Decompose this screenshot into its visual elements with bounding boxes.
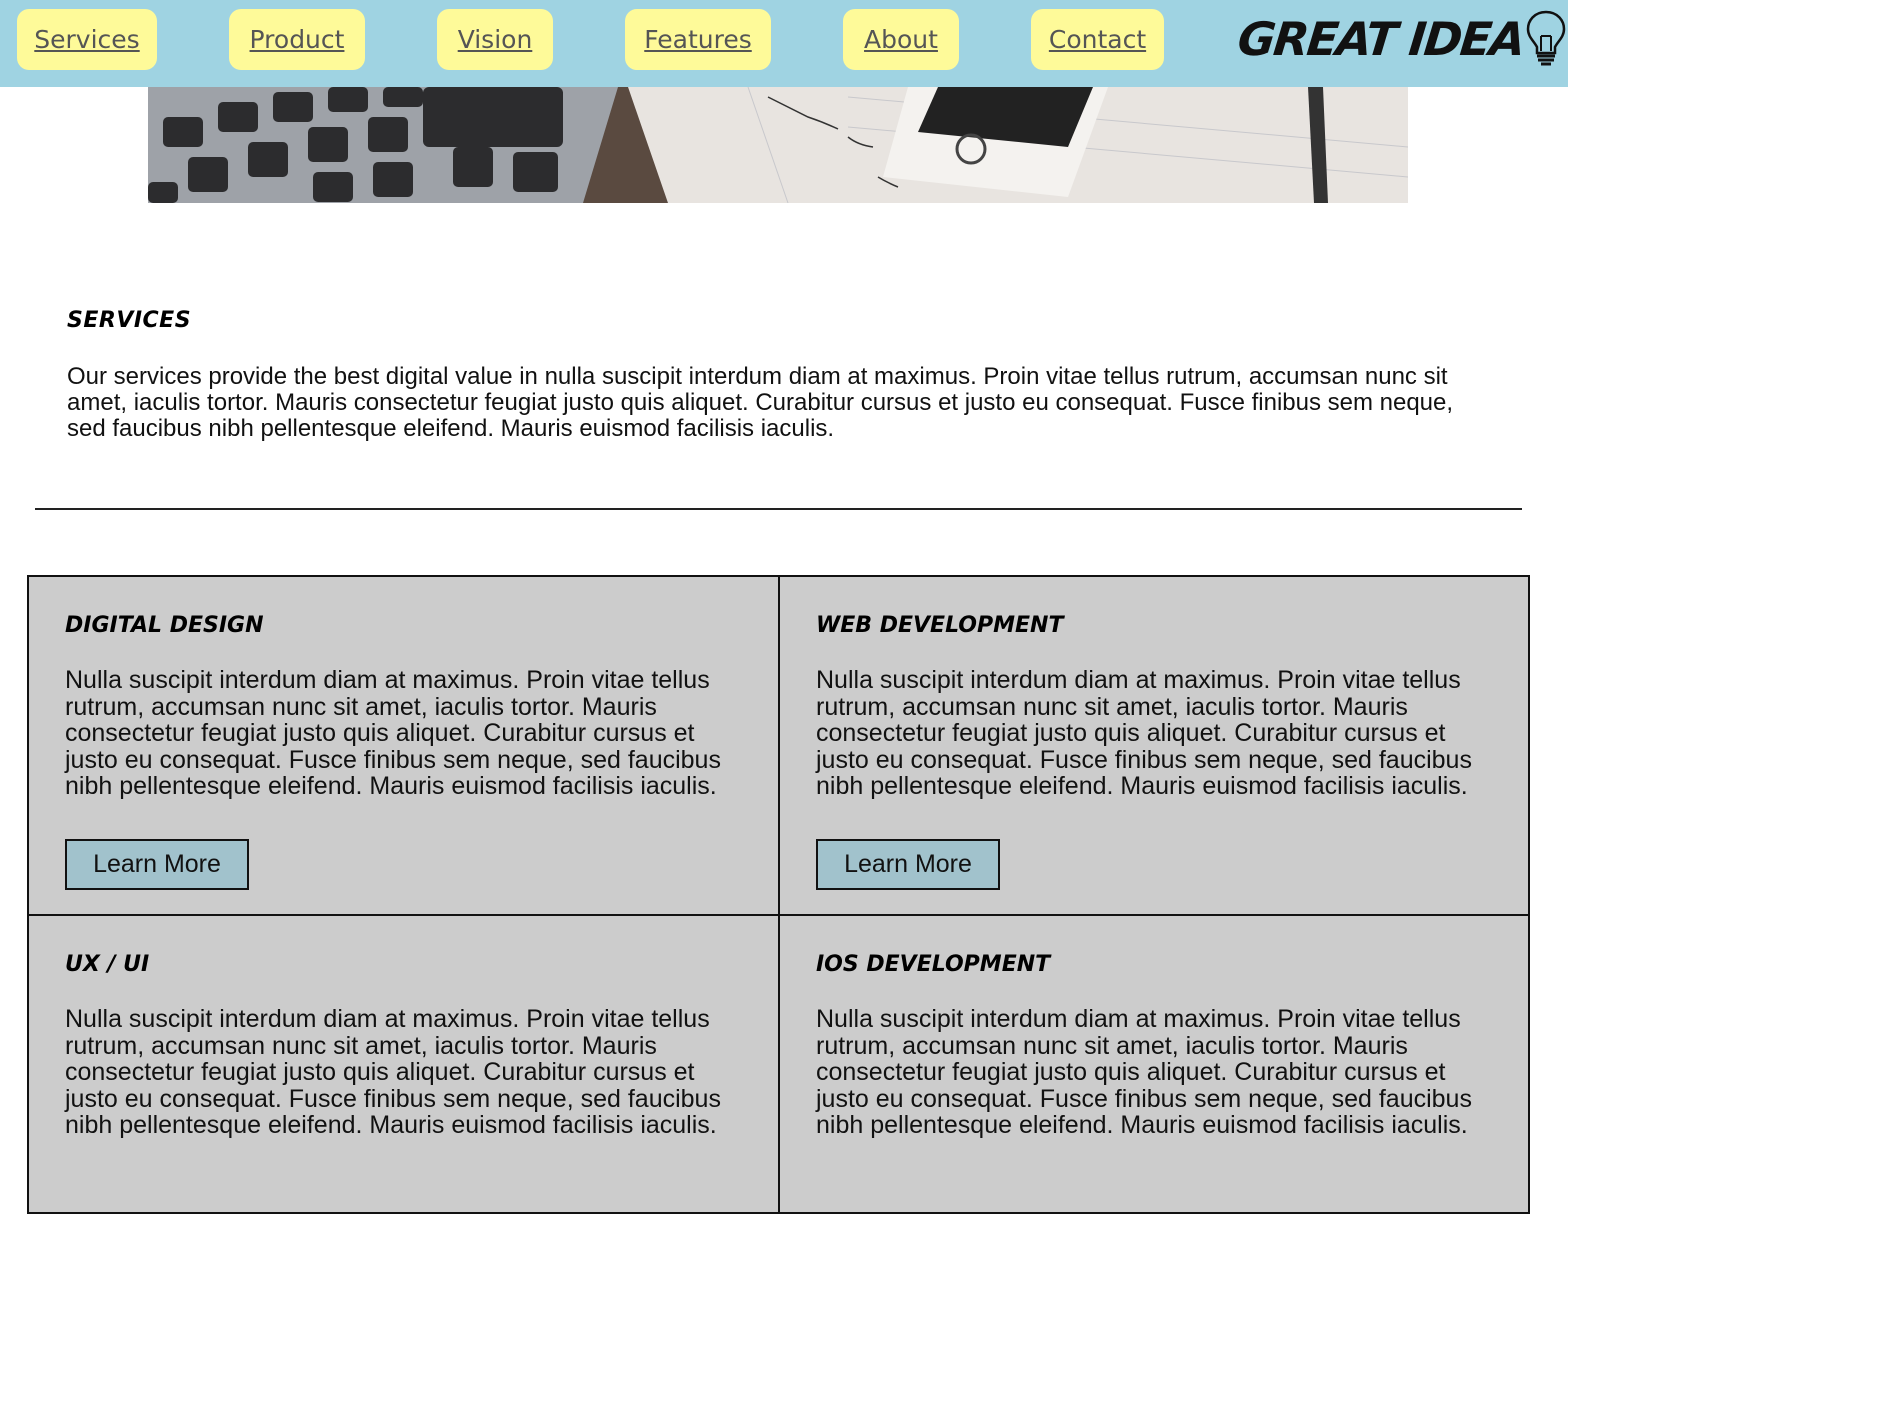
- card-title: UX / UI: [65, 952, 150, 977]
- service-card-digital-design: Digital Design Nulla suscipit interdum d…: [27, 575, 781, 917]
- nav-link-services[interactable]: Services: [17, 9, 157, 70]
- service-card-ux-ui: UX / UI Nulla suscipit interdum diam at …: [27, 914, 781, 1214]
- learn-more-button[interactable]: Learn More: [65, 839, 249, 890]
- site-logo[interactable]: GREAT IDEA: [1235, 6, 1568, 72]
- service-card-web-development: Web Development Nulla suscipit interdum …: [778, 575, 1530, 917]
- nav-link-features[interactable]: Features: [625, 9, 771, 70]
- services-heading: Services: [67, 308, 192, 333]
- card-title: Digital Design: [65, 613, 264, 638]
- hero-image: [148, 87, 1408, 203]
- learn-more-button[interactable]: Learn More: [816, 839, 1000, 890]
- card-description: Nulla suscipit interdum diam at maximus.…: [65, 1005, 721, 1139]
- section-divider: [35, 508, 1522, 510]
- logo-text: GREAT IDEA: [1235, 12, 1527, 66]
- nav-link-product[interactable]: Product: [229, 9, 365, 70]
- card-description: Nulla suscipit interdum diam at maximus.…: [816, 666, 1472, 800]
- nav-link-contact[interactable]: Contact: [1031, 9, 1164, 70]
- services-description: Our services provide the best digital va…: [67, 363, 1454, 442]
- top-navbar: Services Product Vision Features About C…: [0, 0, 1568, 87]
- service-card-ios-development: iOS Development Nulla suscipit interdum …: [778, 914, 1530, 1214]
- card-title: iOS Development: [816, 952, 1051, 977]
- services-grid: Digital Design Nulla suscipit interdum d…: [27, 575, 1530, 1214]
- card-description: Nulla suscipit interdum diam at maximus.…: [816, 1005, 1472, 1139]
- card-description: Nulla suscipit interdum diam at maximus.…: [65, 666, 721, 800]
- nav-link-about[interactable]: About: [843, 9, 959, 70]
- hero-photo-illustration: [148, 87, 1408, 203]
- nav-link-vision[interactable]: Vision: [437, 9, 553, 70]
- lightbulb-icon: [1526, 10, 1565, 66]
- card-title: Web Development: [816, 613, 1064, 638]
